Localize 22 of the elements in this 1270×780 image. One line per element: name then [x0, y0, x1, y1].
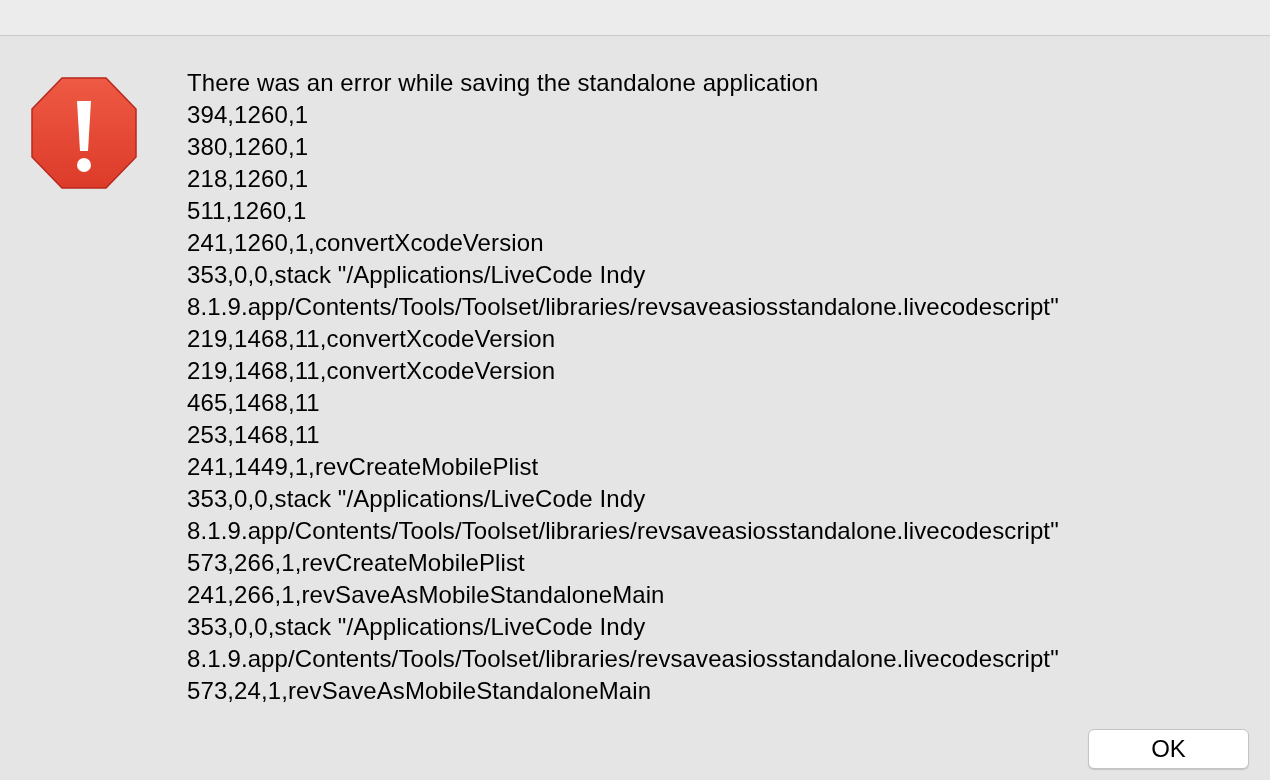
- message-line: 253,1468,11: [187, 420, 321, 450]
- message-line: 573,24,1,revSaveAsMobileStandaloneMain: [187, 676, 653, 706]
- message-line: 465,1468,11: [187, 388, 321, 418]
- message-line: 511,1260,1: [187, 196, 308, 226]
- message-line: 219,1468,11,convertXcodeVersion: [187, 356, 557, 386]
- message-line: 219,1468,11,convertXcodeVersion: [187, 324, 557, 354]
- message-line: 353,0,0,stack "/Applications/LiveCode Indy: [187, 484, 647, 514]
- message-line: 353,0,0,stack "/Applications/LiveCode Indy: [187, 260, 647, 290]
- message-line: 573,266,1,revCreateMobilePlist: [187, 548, 526, 578]
- error-icon: [31, 77, 137, 189]
- message-line: 8.1.9.app/Contents/Tools/Toolset/libraries/revsaveasiosstandalone.livecodescript": [187, 516, 1059, 546]
- message-line: 8.1.9.app/Contents/Tools/Toolset/libraries/revsaveasiosstandalone.livecodescript": [187, 644, 1059, 674]
- ok-button[interactable]: OK: [1088, 729, 1249, 769]
- message-line: 241,1449,1,revCreateMobilePlist: [187, 452, 540, 482]
- message-line: 241,266,1,revSaveAsMobileStandaloneMain: [187, 580, 666, 610]
- message-line: 394,1260,1: [187, 100, 310, 130]
- message-line: 218,1260,1: [187, 164, 310, 194]
- message-line: 353,0,0,stack "/Applications/LiveCode Indy: [187, 612, 647, 642]
- message-line: 241,1260,1,convertXcodeVersion: [187, 228, 545, 258]
- message-line: 380,1260,1: [187, 132, 310, 162]
- message-line: There was an error while saving the standalone application: [187, 68, 820, 98]
- message-line: 8.1.9.app/Contents/Tools/Toolset/libraries/revsaveasiosstandalone.livecodescript": [187, 292, 1059, 322]
